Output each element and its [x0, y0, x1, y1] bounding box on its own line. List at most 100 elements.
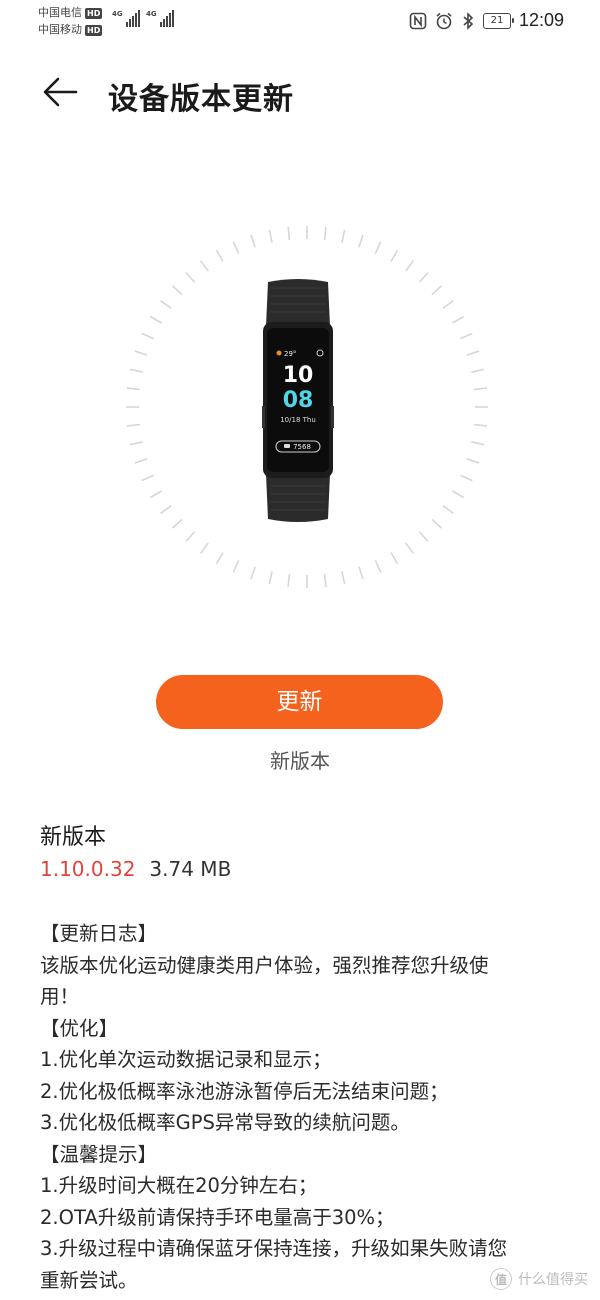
battery-level: 21 [490, 14, 504, 26]
version-title: 新版本 [40, 825, 107, 850]
ring-tick [287, 226, 291, 241]
band-hour: 10 [283, 363, 314, 388]
changelog-line: 1.升级时间大概在20分钟左右； [40, 1174, 318, 1197]
ring-tick [442, 299, 454, 309]
ring-tick [431, 285, 443, 296]
ring-tick [268, 229, 273, 243]
ring-tick [250, 234, 256, 248]
update-button[interactable]: 更新 [156, 675, 443, 729]
changelog-line: 该版本优化运动健康类用户体验，强烈推荐您升级使 [40, 953, 489, 977]
ring-tick [374, 241, 382, 254]
ring-tick [160, 299, 172, 309]
changelog-line: 2.OTA升级前请保持手环电量高于30%； [40, 1205, 395, 1229]
device-illustration: 29° 10 08 10/18 Thu 7568 [125, 225, 489, 589]
changelog-line: 2.优化极低概率泳池游泳暂停后无法结束问题； [40, 1079, 449, 1103]
ring-tick [390, 249, 399, 262]
ring-tick [341, 571, 346, 585]
ring-tick [466, 350, 480, 356]
status-bar: 中国电信 HD 中国移动 HD 4G 4G 21 12:09 [0, 0, 600, 44]
changelog-line: 用！ [40, 985, 80, 1008]
app-header: 设备版本更新 [0, 60, 600, 124]
changelog: 【更新日志】 该版本优化运动健康类用户体验，强烈推荐您升级使 用！ 【优化】 1… [40, 918, 570, 1296]
page-title: 设备版本更新 [108, 82, 294, 117]
watermark-logo-icon: 值 [490, 1268, 512, 1290]
ring-tick [199, 542, 209, 554]
ring-tick [390, 552, 399, 565]
ring-tick [431, 518, 443, 529]
hd-badge-1: HD [85, 7, 103, 19]
version-size: 3.74 MB [149, 857, 232, 881]
ring-tick [149, 490, 162, 499]
ring-tick [418, 271, 429, 283]
changelog-line: 【更新日志】 [40, 922, 158, 945]
ring-tick [452, 490, 465, 499]
network-type-1: 4G [112, 10, 123, 18]
ring-tick [460, 332, 473, 340]
changelog-line: 3.升级过程中请确保蓝牙保持连接，升级如果失败请您 [40, 1237, 508, 1260]
ring-tick [405, 260, 415, 272]
changelog-line: 3.优化极低概率GPS异常导致的续航问题。 [40, 1111, 410, 1134]
battery-icon: 21 [482, 12, 514, 29]
ring-tick [141, 474, 154, 482]
clock-time: 12:09 [518, 10, 564, 30]
carrier-2: 中国移动 HD [38, 23, 103, 37]
ring-tick [268, 571, 273, 585]
back-button[interactable] [36, 68, 84, 116]
ring-tick [171, 518, 183, 529]
changelog-line: 【优化】 [40, 1016, 119, 1040]
changelog-line: 【温馨提示】 [40, 1142, 158, 1166]
ring-tick [471, 368, 485, 373]
ring-tick [358, 566, 364, 580]
signal-icon-1: 4G [112, 10, 140, 27]
ring-tick [250, 566, 256, 580]
nfc-icon [409, 12, 427, 29]
ring-tick [134, 458, 148, 464]
watermark-text: 什么值得买 [518, 1272, 588, 1288]
carrier-1-name: 中国电信 [38, 6, 82, 19]
ring-tick [185, 531, 196, 543]
ring-tick [126, 387, 141, 391]
ring-tick [171, 285, 183, 296]
ring-tick [466, 458, 480, 464]
update-status-text: 新版本 [270, 749, 330, 773]
ring-tick [341, 229, 346, 243]
ring-tick [452, 315, 465, 324]
signal-icon-2: 4G [146, 10, 174, 27]
ring-tick [232, 241, 240, 254]
band-image: 29° 10 08 10/18 Thu 7568 [262, 279, 334, 522]
band-date: 10/18 Thu [280, 416, 316, 424]
ring-tick [149, 315, 162, 324]
hd-badge-2: HD [85, 24, 103, 36]
carrier-1: 中国电信 HD [38, 6, 103, 20]
ring-tick [473, 423, 488, 427]
ring-tick [323, 573, 327, 588]
network-type-2: 4G [146, 10, 157, 18]
ring-tick [374, 560, 382, 573]
changelog-line: 1.优化单次运动数据记录和显示； [40, 1048, 332, 1071]
carrier-2-name: 中国移动 [38, 23, 82, 36]
watermark: 值 什么值得买 [490, 1268, 588, 1290]
version-line: 1.10.0.32 3.74 MB [40, 857, 231, 881]
ring-tick [471, 441, 485, 446]
version-number: 1.10.0.32 [40, 857, 136, 881]
ring-tick [134, 350, 148, 356]
ring-tick [126, 423, 141, 427]
ring-tick [199, 260, 209, 272]
ring-tick [129, 368, 143, 373]
alarm-icon [436, 12, 452, 29]
ring-tick [323, 226, 327, 241]
ring-tick [287, 573, 291, 588]
ring-tick [141, 332, 154, 340]
band-temp: 29° [284, 350, 296, 358]
band-minute: 08 [283, 388, 314, 413]
ring-tick [129, 441, 143, 446]
back-arrow-icon [43, 77, 78, 107]
status-icons: 21 12:09 [409, 10, 564, 31]
ring-tick [160, 505, 172, 515]
ring-tick [215, 552, 224, 565]
ring-tick [473, 387, 488, 391]
ring-tick [405, 542, 415, 554]
ring-tick [232, 560, 240, 573]
band-steps: 7568 [293, 443, 311, 451]
ring-tick [215, 249, 224, 262]
